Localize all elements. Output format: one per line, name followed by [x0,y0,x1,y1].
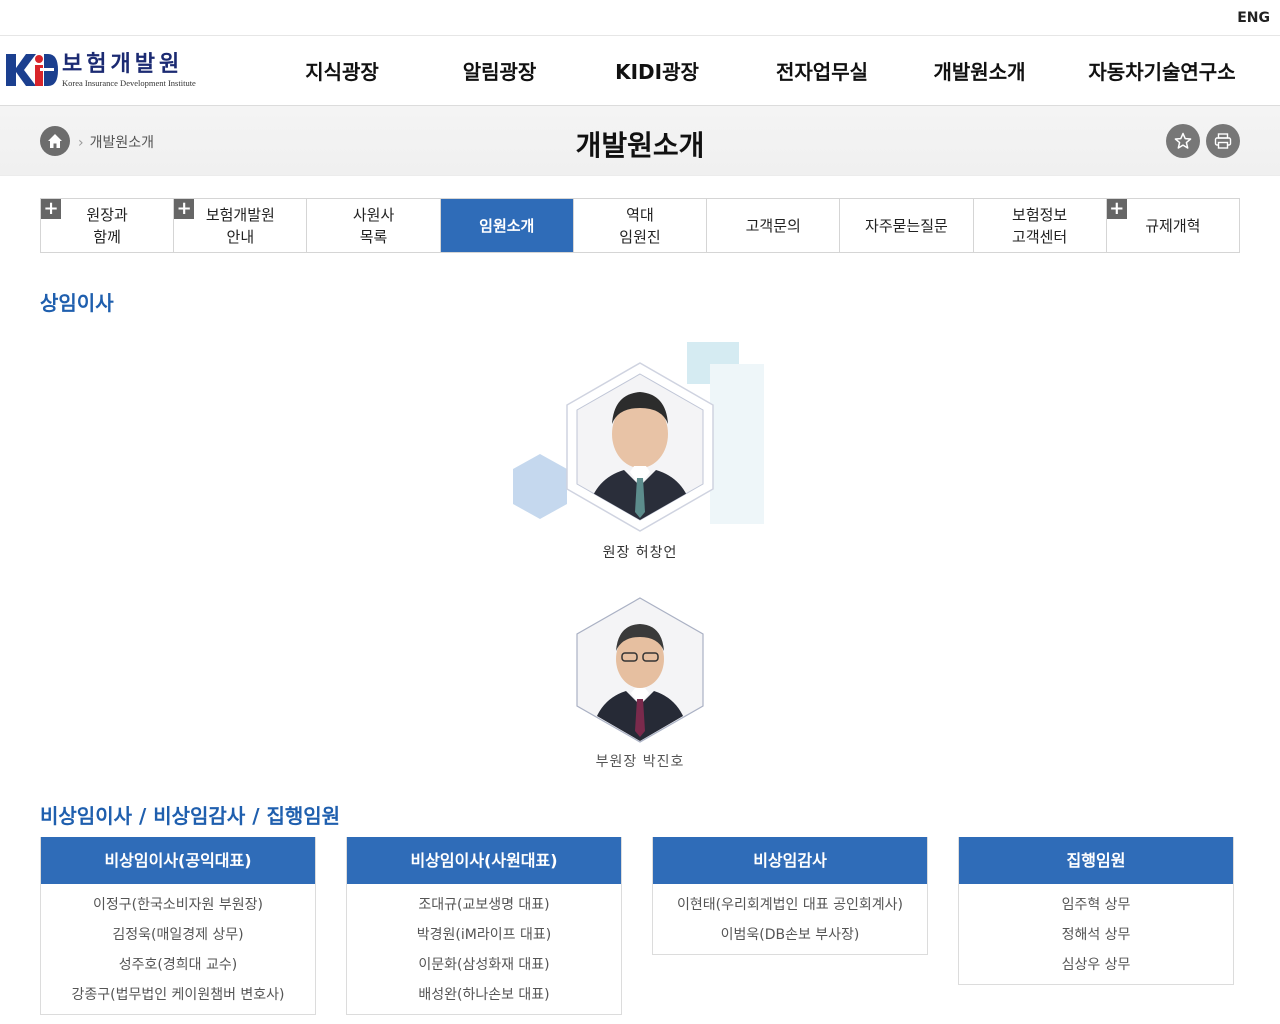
vice-president-photo [576,597,704,743]
list-item: 임주혁 상무 [1061,897,1131,913]
section-title-nonstanding: 비상임이사 / 비상임감사 / 집행임원 [40,804,341,828]
title-bar: › 개발원소개 개발원소개 [0,106,1280,176]
tab-label: 규제개혁 [1145,216,1201,235]
tab-label: 보험개발원 [205,205,275,224]
tab-label: 안내 [226,227,255,246]
list-item: 조대규(교보생명 대표) [418,897,550,913]
tab-past-executives[interactable]: 역대임원진 [573,199,708,252]
star-icon [1174,132,1192,149]
nav-notice[interactable]: 알림광장 [422,36,577,106]
nav-e-office[interactable]: 전자업무실 [737,36,907,106]
list-item: 배성완(하나손보 대표) [418,987,550,1003]
plus-icon[interactable]: + [41,199,61,219]
vice-president-caption: 부원장 박진호 [595,754,685,770]
list-item: 심상우 상무 [1061,957,1131,973]
site-logo[interactable]: 보험개발원 Korea Insurance Development Instit… [6,50,196,90]
tab-label: 고객센터 [1012,227,1068,246]
group-public-directors: 비상임이사(공익대표) 이정구(한국소비자원 부원장) 김정욱(매일경제 상무)… [40,837,316,1015]
group-header: 비상임감사 [653,837,927,884]
list-item: 정해석 상무 [1061,927,1131,943]
group-executive-officers: 집행임원 임주혁 상무 정해석 상무 심상우 상무 [958,837,1234,985]
plus-icon[interactable]: + [174,199,195,219]
tab-label: 임원진 [619,227,661,246]
group-auditors: 비상임감사 이현태(우리회계법인 대표 공인회계사) 이범욱(DB손보 부사장) [652,837,928,955]
tab-label: 임원소개 [479,216,535,235]
list-item: 이문화(삼성화재 대표) [418,957,550,973]
list-item: 박경원(iM라이프 대표) [416,927,552,943]
president-photo [566,362,714,532]
tab-customer-inquiry[interactable]: 고객문의 [707,199,841,252]
group-header: 비상임이사(사원대표) [347,837,621,884]
tab-label: 목록 [359,227,388,246]
list-item: 강종구(법무법인 케이원챔버 변호사) [71,987,285,1003]
tab-label: 고객문의 [745,216,801,235]
logo-korean-name: 보험개발원 [62,51,184,77]
tab-with-president[interactable]: + 원장과함께 [41,199,175,252]
tab-executives[interactable]: 임원소개 [440,199,574,252]
vice-president-card: 부원장 박진호 [576,597,704,771]
language-english-link[interactable]: ENG [1237,10,1270,26]
main-navigation: 지식광장 알림광장 KIDI광장 전자업무실 개발원소개 자동차기술연구소 [262,36,1272,106]
sub-tabs: + 원장과 함께 + 보험개발원 안내 사원사 목록 임원소개 역대 임원진 고객문의 … [40,198,1240,253]
print-button[interactable] [1206,124,1240,158]
tab-label: 사원사 [352,205,395,224]
plus-icon[interactable]: + [1106,199,1127,219]
list-item: 이범욱(DB손보 부사장) [720,927,860,943]
list-item: 김정욱(매일경제 상무) [112,927,244,943]
president-card: 원장 허창언 [566,362,714,562]
tab-faq[interactable]: 자주묻는질문 [840,199,974,252]
tab-member-companies[interactable]: 사원사목록 [307,199,441,252]
group-header: 비상임이사(공익대표) [41,837,315,884]
kidi-logo-icon [6,50,58,90]
tab-label: 함께 [93,227,121,246]
tab-kidi-info[interactable]: + 보험개발원안내 [174,199,308,252]
printer-icon [1214,133,1232,149]
tab-label: 원장과 [86,205,128,224]
tab-insurance-info-center[interactable]: 보험정보고객센터 [973,199,1107,252]
nav-auto-research[interactable]: 자동차기술연구소 [1052,36,1272,106]
list-item: 성주호(경희대 교수) [118,957,238,973]
section-title-standing: 상임이사 [40,291,114,315]
page-title: 개발원소개 [575,129,705,162]
tab-label: 보험정보 [1012,205,1068,224]
nav-kidi-square[interactable]: KIDI광장 [577,36,737,106]
bookmark-button[interactable] [1166,124,1200,158]
tab-label: 자주묻는질문 [865,216,948,235]
nav-knowledge[interactable]: 지식광장 [262,36,422,106]
nav-about[interactable]: 개발원소개 [907,36,1052,106]
list-item: 이현태(우리회계법인 대표 공인회계사) [677,897,903,913]
president-caption: 원장 허창언 [602,545,678,561]
tab-regulatory-reform[interactable]: + 규제개혁 [1106,199,1239,252]
group-header: 집행임원 [959,837,1233,884]
utility-bar: ENG [0,0,1280,36]
tab-label: 역대 [626,205,654,224]
list-item: 이정구(한국소비자원 부원장) [93,897,263,913]
site-header: 보험개발원 Korea Insurance Development Instit… [0,36,1280,106]
group-member-directors: 비상임이사(사원대표) 조대규(교보생명 대표) 박경원(iM라이프 대표) 이… [346,837,622,1015]
logo-english-name: Korea Insurance Development Institute [62,77,196,88]
